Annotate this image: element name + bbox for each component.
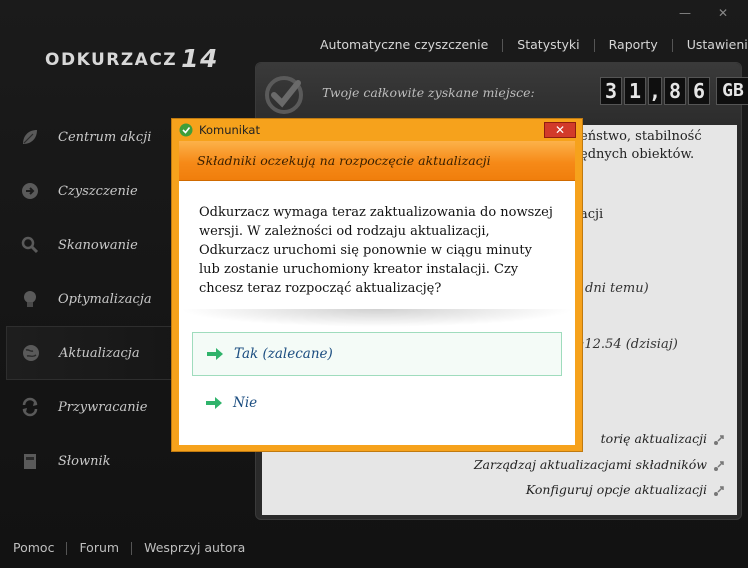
body-text: ędnych obiektów.	[580, 147, 695, 162]
sidebar-item-action-center[interactable]: Centrum akcji	[6, 110, 184, 164]
footer-separator	[66, 542, 68, 555]
sidebar-item-scanning[interactable]: Skanowanie	[6, 218, 184, 272]
dialog-divider	[179, 309, 575, 327]
message-line: Odkurzacz uruchomi się ponownie w ciągu …	[199, 243, 532, 258]
nav-separator	[502, 39, 504, 52]
checkmark-icon	[265, 76, 303, 114]
dialog-message: Odkurzacz wymaga teraz zaktualizowania d…	[199, 203, 569, 298]
sidebar-item-label: Przywracanie	[58, 399, 148, 415]
footer-forum-link[interactable]: Forum	[79, 540, 119, 555]
app-name: Odkurzacz	[45, 50, 178, 70]
link-manage-components[interactable]: Zarządzaj aktualizacjami składników	[474, 457, 707, 472]
counter-separator: ,	[648, 77, 662, 105]
sidebar-item-update[interactable]: Aktualizacja	[6, 326, 184, 380]
sidebar-item-label: Czyszczenie	[58, 183, 138, 199]
green-arrow-icon	[207, 348, 223, 360]
window-close-button[interactable]: ✕	[710, 6, 736, 20]
message-line: lub zostanie uruchomiony kreator instala…	[199, 262, 519, 277]
sidebar-item-optimization[interactable]: Optymalizacja	[6, 272, 184, 326]
nav-reports[interactable]: Raporty	[609, 37, 658, 53]
sidebar-item-label: Centrum akcji	[58, 129, 152, 145]
dialog-title: Komunikat	[199, 123, 260, 137]
option-label: Tak (zalecane)	[234, 346, 333, 362]
nav-separator	[593, 39, 595, 52]
green-arrow-icon	[206, 397, 222, 409]
minimize-button[interactable]: —	[672, 6, 698, 20]
dialog-close-button[interactable]: ✕	[544, 122, 576, 138]
sidebar-item-cleaning[interactable]: Czyszczenie	[6, 164, 184, 218]
top-navigation: Automatyczne czyszczenie Statystyki Rapo…	[320, 37, 748, 53]
link-arrow-icon	[714, 486, 724, 496]
sidebar-item-label: Aktualizacja	[59, 345, 140, 361]
sidebar: Centrum akcji Czyszczenie Skanowanie Opt…	[6, 110, 184, 488]
message-line: wersji. W zależności od rodzaju aktualiz…	[199, 224, 490, 239]
body-text: eństwo, stabilność	[580, 129, 702, 144]
dictionary-icon	[20, 451, 40, 471]
app-window: — ✕ Odkurzacz 14 Automatyczne czyszczenie…	[0, 0, 748, 568]
leaf-icon	[20, 127, 40, 147]
footer-separator	[131, 542, 133, 555]
counter-digit: 8	[664, 77, 686, 105]
restore-icon	[20, 397, 40, 417]
message-line: Odkurzacz wymaga teraz zaktualizowania d…	[199, 205, 553, 220]
dialog-header: Składniki oczekują na rozpoczęcie aktual…	[179, 141, 575, 181]
dialog-heading: Składniki oczekują na rozpoczęcie aktual…	[197, 153, 491, 168]
globe-icon	[21, 343, 41, 363]
counter-digit: 3	[600, 77, 622, 105]
message-line: chcesz teraz rozpocząć aktualizację?	[199, 281, 442, 296]
link-configure-updates[interactable]: Konfiguruj opcje aktualizacji	[526, 482, 707, 497]
link-arrow-icon	[714, 461, 724, 471]
counter-digit: 1	[624, 77, 646, 105]
nav-settings[interactable]: Ustawienia	[687, 37, 748, 53]
sidebar-item-label: Słownik	[58, 453, 111, 469]
link-arrow-icon	[714, 435, 724, 445]
dialog-content: Składniki oczekują na rozpoczęcie aktual…	[179, 141, 575, 445]
app-icon	[179, 123, 193, 137]
link-update-history[interactable]: torię aktualizacji	[601, 431, 707, 446]
app-logo: Odkurzacz 14	[45, 42, 219, 73]
arrow-circle-icon	[20, 181, 40, 201]
nav-separator	[671, 39, 673, 52]
saved-space-label: Twoje całkowite zyskane miejsce:	[322, 85, 535, 100]
sidebar-item-dictionary[interactable]: Słownik	[6, 434, 184, 488]
footer-support-link[interactable]: Wesprzyj autora	[144, 540, 245, 555]
counter-unit: GB	[716, 77, 748, 105]
footer-help-link[interactable]: Pomoc	[13, 540, 54, 555]
option-label: Nie	[233, 395, 258, 411]
saved-space-counter: 3 1 , 8 6 GB	[600, 77, 748, 105]
panel-header: Twoje całkowite zyskane miejsce: 3 1 , 8…	[256, 63, 748, 125]
body-text: acji	[580, 207, 604, 222]
dialog-titlebar: Komunikat ✕	[172, 119, 582, 141]
footer: Pomoc Forum Wesprzyj autora	[13, 540, 245, 555]
option-yes-button[interactable]: Tak (zalecane)	[192, 332, 562, 376]
nav-statistics[interactable]: Statystyki	[517, 37, 579, 53]
counter-digit: 6	[688, 77, 710, 105]
app-version: 14	[181, 44, 219, 73]
lightbulb-icon	[20, 289, 40, 309]
body-text: dni temu)	[585, 281, 649, 296]
nav-auto-clean[interactable]: Automatyczne czyszczenie	[320, 37, 488, 53]
magnifier-icon	[20, 235, 40, 255]
body-text: :12.54 (dzisiaj)	[580, 337, 678, 352]
message-dialog: Komunikat ✕ Składniki oczekują na rozpoc…	[171, 118, 583, 452]
sidebar-item-restore[interactable]: Przywracanie	[6, 380, 184, 434]
option-no-button[interactable]: Nie	[192, 381, 562, 425]
sidebar-item-label: Skanowanie	[58, 237, 138, 253]
sidebar-item-label: Optymalizacja	[58, 291, 152, 307]
